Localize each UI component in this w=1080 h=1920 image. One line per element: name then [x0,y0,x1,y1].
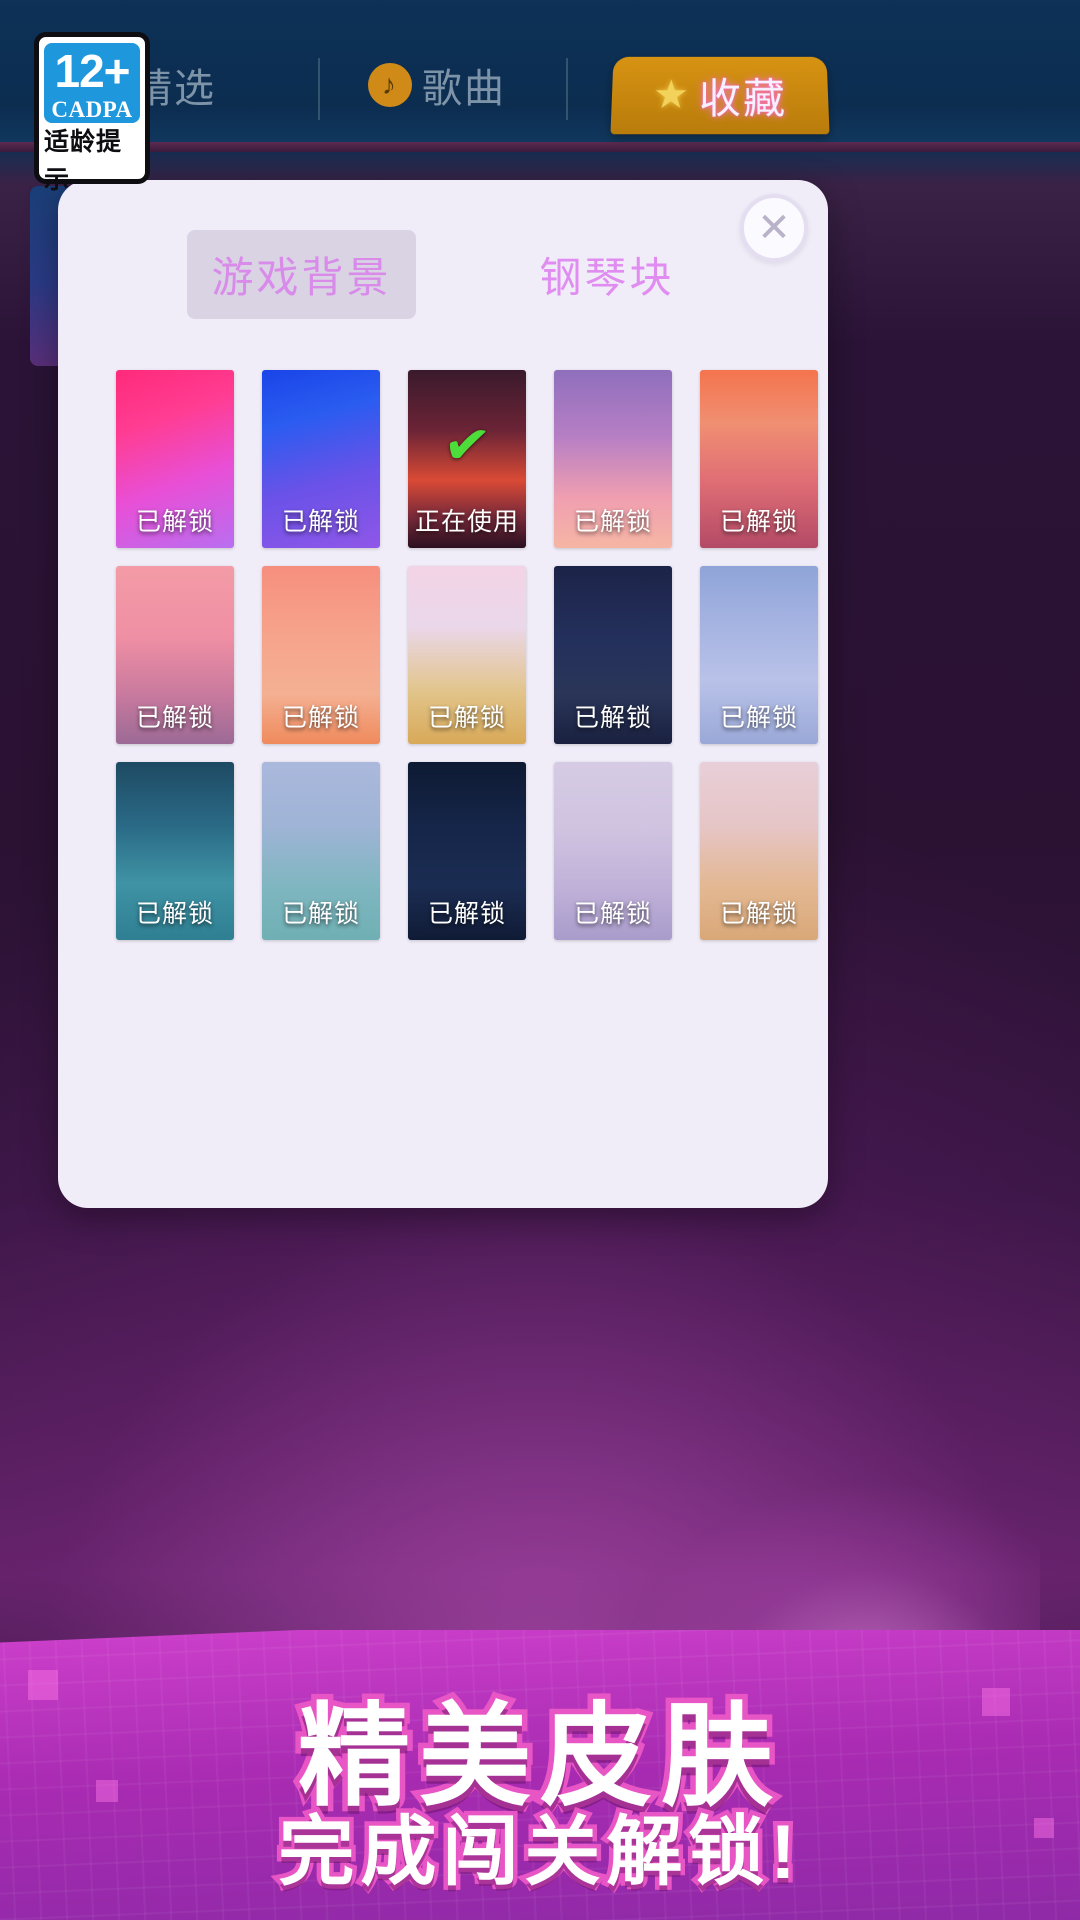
skin-thumbnail[interactable]: 已解锁 [408,762,526,940]
skin-thumbnail[interactable]: 已解锁 [116,370,234,548]
skin-thumbnail[interactable]: 已解锁 [700,566,818,744]
skin-thumbnail[interactable]: 已解锁 [554,566,672,744]
skin-state-label: 已解锁 [135,900,214,928]
skin-state-label: 已解锁 [281,508,360,536]
skin-state-label: 已解锁 [719,704,798,732]
skin-thumbnail[interactable]: ✔ 正在使用 [408,370,526,548]
top-tab-bar: 精选 ♪ 歌曲 ★ 收藏 [0,0,1080,152]
cadpa-note-label: 适龄提示 [44,128,123,194]
skin-thumbnail[interactable]: 已解锁 [408,566,526,744]
music-note-icon: ♪ [368,63,412,107]
star-icon: ★ [652,73,690,118]
tab-divider-1 [318,58,320,120]
cadpa-rating-badge: 12+ CADPA 适龄提示 [34,32,150,194]
tab-piano-tiles[interactable]: 钢琴块 [516,230,699,319]
skin-thumbnail[interactable]: 已解锁 [700,762,818,940]
skin-state-label: 已解锁 [573,508,652,536]
skin-thumbnail[interactable]: 已解锁 [700,370,818,548]
modal-tab-bar: 游戏背景 钢琴块 [58,230,828,319]
cadpa-badge-panel: 12+ CADPA [44,43,140,123]
skin-thumbnail[interactable]: 已解锁 [262,566,380,744]
cadpa-age-label: 12+ [54,45,130,97]
skin-thumbnail[interactable]: 已解锁 [116,762,234,940]
skin-state-label: 正在使用 [414,508,519,536]
skin-state-label: 已解锁 [135,508,214,536]
tab-game-background[interactable]: 游戏背景 [187,230,416,319]
skin-thumbnail[interactable]: 已解锁 [262,762,380,940]
skin-state-label: 已解锁 [281,900,360,928]
check-icon: ✔ [440,410,494,479]
skin-state-label: 已解锁 [427,704,506,732]
skin-thumbnail[interactable]: 已解锁 [262,370,380,548]
skin-thumbnail[interactable]: 已解锁 [116,566,234,744]
promo-banner: 精美皮肤 完成闯关解锁! [0,1630,1080,1920]
skin-state-label: 已解锁 [719,508,798,536]
skin-state-label: 已解锁 [573,900,652,928]
tab-favorites[interactable]: ★ 收藏 [610,56,830,135]
tab-divider-2 [566,58,568,120]
promo-subheadline: 完成闯关解锁! [274,1806,802,1900]
skin-thumbnail[interactable]: 已解锁 [554,762,672,940]
skin-state-label: 已解锁 [281,704,360,732]
cadpa-org-label: CADPA [51,97,133,122]
skin-state-label: 已解锁 [573,704,652,732]
skin-state-label: 已解锁 [135,704,214,732]
skin-selection-modal: ✕ 游戏背景 钢琴块 已解锁 已解锁 ✔ 正在使用 已解锁 已解锁 已解锁 已解锁 已解锁 已解锁… [58,180,828,1208]
tab-songs-label: 歌曲 [422,67,506,111]
skin-state-label: 已解锁 [427,900,506,928]
skin-state-label: 已解锁 [719,900,798,928]
skin-grid: 已解锁 已解锁 ✔ 正在使用 已解锁 已解锁 已解锁 已解锁 已解锁 已解锁 已解锁 已解锁 已解锁 已解… [116,370,818,940]
skin-thumbnail[interactable]: 已解锁 [554,370,672,548]
tab-songs[interactable]: ♪ 歌曲 [368,56,506,114]
tab-favorites-label: 收藏 [698,74,788,122]
